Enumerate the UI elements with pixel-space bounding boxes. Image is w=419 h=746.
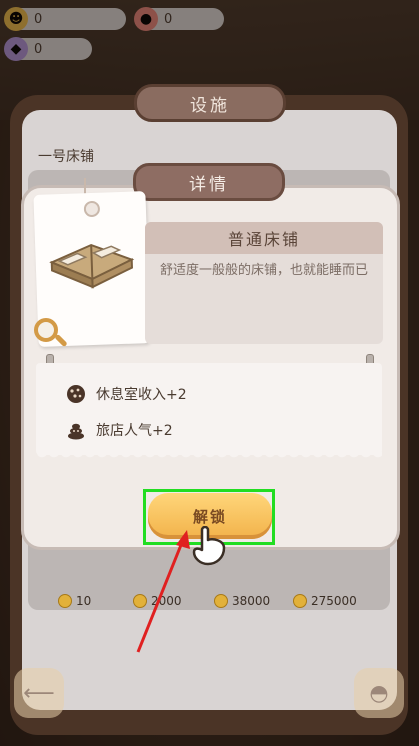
settings-title: 设施 [190,95,230,116]
stats-box [36,363,382,460]
bed-icon [49,243,135,289]
unlock-label: 解锁 [192,507,227,526]
settings-title-plate: 设施 [134,84,286,122]
stat-income: 休息室收入+2 [66,384,187,404]
stat-income-text: 休息室收入+2 [96,387,187,403]
detail-title: 详情 [189,174,229,195]
coin-icon [58,594,72,608]
price-item[interactable]: 275000 [293,594,357,608]
bed-section-title: 一号床铺 [38,149,94,165]
stat-popularity: 旅店人气+2 [66,420,173,440]
poop-icon [68,423,84,440]
price-item[interactable]: 38000 [214,594,270,608]
stat-popularity-text: 旅店人气+2 [96,423,173,439]
coin-icon [214,594,228,608]
pointer-hand-icon [192,526,226,566]
helmet-icon: ◓ [369,680,389,706]
price-item[interactable]: 10 [58,594,91,608]
coin-icon [293,594,307,608]
cookie-icon [67,385,85,403]
back-arrow-icon: ⟵ [23,680,55,706]
price-item[interactable]: 2000 [133,594,182,608]
coin-icon [133,594,147,608]
tag-hole [83,200,101,218]
item-name: 普通床铺 [227,230,300,249]
detail-title-plate: 详情 [133,163,285,201]
item-description: 舒适度一般般的床铺，也就能睡而已 [160,263,369,278]
back-button[interactable]: ⟵ [14,668,64,718]
item-name-header: 普通床铺 [145,222,383,254]
helmet-button[interactable]: ◓ [354,668,404,718]
